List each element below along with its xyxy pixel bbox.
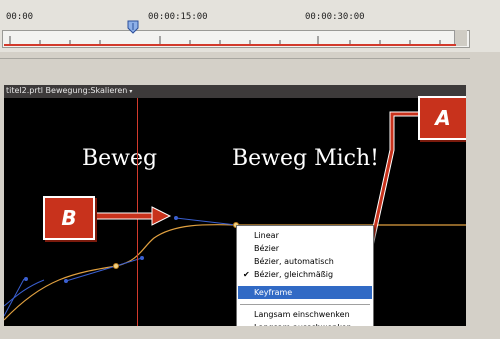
work-area-bar[interactable] [4,44,456,46]
menu-separator [240,304,370,305]
callout-b: B [43,196,95,240]
menu-item-label: Bézier, automatisch [254,257,334,266]
divider [0,58,470,59]
panel-right-edge [466,85,500,339]
checkmark-icon: ✔ [243,270,250,279]
menu-item-label: Keyframe [254,288,293,297]
clip-header-label[interactable]: titel2.prtl Bewegung:Skalieren ▾ [6,86,132,95]
menu-item-label: Bézier [254,244,280,253]
handle-point [140,256,144,260]
menu-item-bezier-continuous[interactable]: ✔ Bézier, gleichmäßig [238,268,372,281]
panel-bottom-edge [0,326,500,339]
chevron-down-icon[interactable]: ▾ [129,88,132,95]
current-time-indicator[interactable] [137,98,138,326]
playhead-icon[interactable] [127,20,139,34]
menu-item-bezier-auto[interactable]: Bézier, automatisch [238,255,372,268]
interpolation-context-menu[interactable]: Linear Bézier Bézier, automatisch ✔ Bézi… [236,225,374,339]
clip-header[interactable]: titel2.prtl Bewegung:Skalieren ▾ [4,85,466,98]
menu-item-keyframe[interactable]: Keyframe [238,286,372,299]
timeline-ruler[interactable]: 00:00 00:00:15:00 00:00:30:00 [0,0,500,52]
menu-item-label: Bézier, gleichmäßig [254,270,334,279]
handle-point [174,216,178,220]
menu-item-linear[interactable]: Linear [238,229,372,242]
handle-point [24,277,28,281]
menu-item-label: Langsam einschwenken [254,310,350,319]
track-area [0,52,500,85]
keyframe-points [113,222,239,269]
keyframe-point [113,263,119,269]
handle-point [64,279,68,283]
property-dropdown[interactable]: Bewegung:Skalieren [46,86,128,95]
menu-item-bezier[interactable]: Bézier [238,242,372,255]
bezier-handles [4,217,237,317]
menu-item-label: Linear [254,231,279,240]
menu-item-ease-in[interactable]: Langsam einschwenken [238,308,372,321]
callout-a: A [418,96,468,140]
clip-name: titel2.prtl [6,86,43,95]
